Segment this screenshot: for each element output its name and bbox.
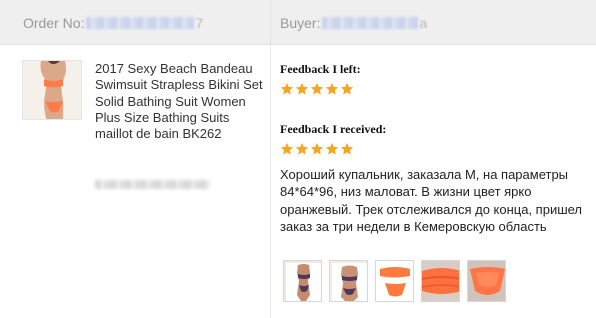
star-icon [295, 142, 309, 155]
feedback-received-label: Feedback I received: [280, 122, 387, 136]
order-number: Order No: 7 [23, 0, 203, 45]
review-photo-5[interactable] [467, 260, 506, 302]
review-photo-4[interactable] [421, 260, 460, 302]
product-sku-redacted [95, 180, 210, 189]
star-icon [310, 142, 324, 155]
order-number-tail: 7 [195, 14, 204, 31]
review-photo-2[interactable] [329, 260, 368, 302]
product-thumbnail[interactable] [22, 60, 82, 120]
feedback-received-stars [280, 142, 354, 156]
buyer-name-tail: a [419, 14, 428, 31]
star-icon [280, 82, 294, 95]
review-photo-3[interactable] [375, 260, 414, 302]
header-divider [270, 0, 271, 45]
feedback-left-label: Feedback I left: [280, 62, 361, 76]
column-divider [270, 45, 271, 318]
star-icon [295, 82, 309, 95]
order-number-label: Order No: [23, 14, 85, 31]
product-title[interactable]: 2017 Sexy Beach Bandeau Swimsuit Straple… [95, 61, 265, 142]
review-text: Хороший купальник, заказала М, на параме… [280, 167, 583, 234]
review-photo-1[interactable] [283, 260, 322, 302]
star-icon [310, 82, 324, 95]
star-icon [325, 82, 339, 95]
order-header: Order No: 7 Buyer: a [0, 0, 596, 45]
star-icon [340, 82, 354, 95]
feedback-left-stars [280, 82, 354, 96]
star-icon [325, 142, 339, 155]
buyer-name-redacted [322, 16, 419, 29]
buyer-name: Buyer: a [280, 0, 427, 45]
order-number-redacted [86, 16, 195, 29]
star-icon [280, 142, 294, 155]
star-icon [340, 142, 354, 155]
buyer-label: Buyer: [280, 14, 321, 31]
review-photos [283, 260, 506, 302]
